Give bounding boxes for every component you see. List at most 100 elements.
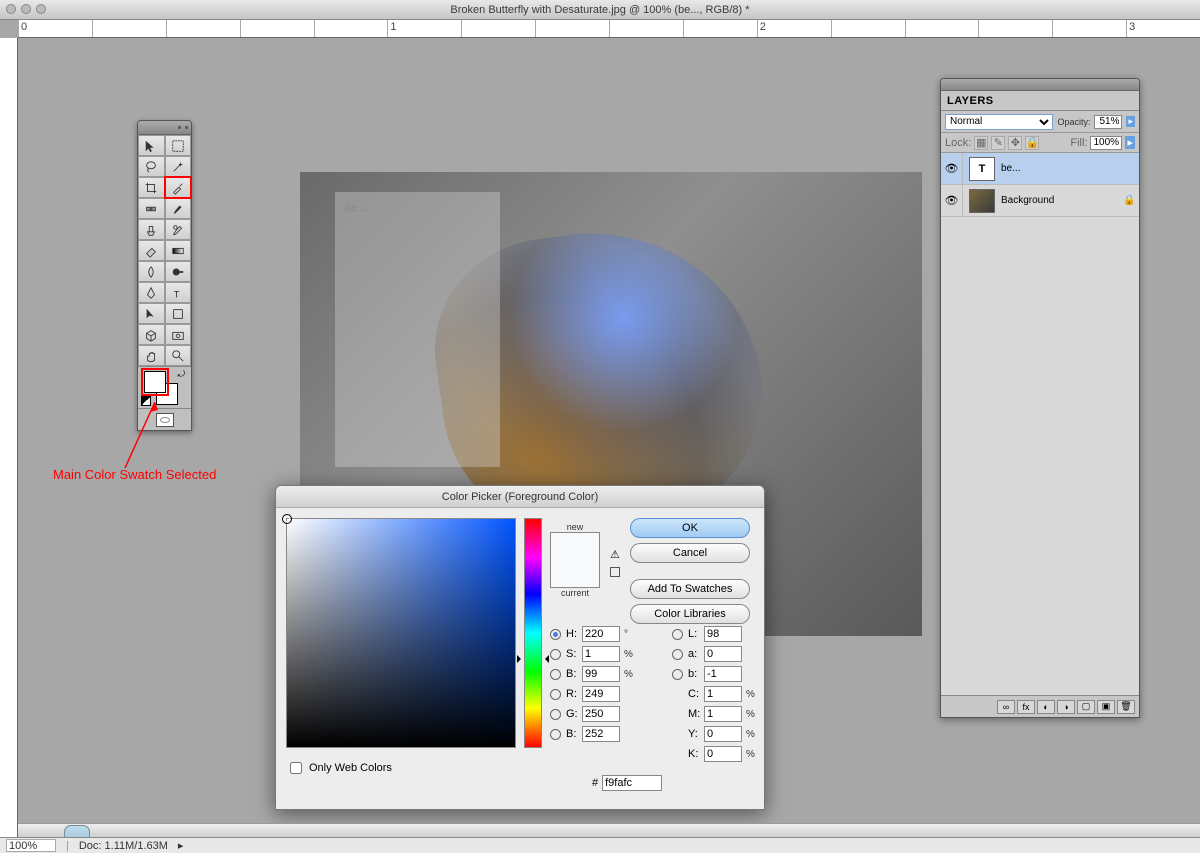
opacity-flyout-icon[interactable]: ▸: [1126, 116, 1135, 127]
eyedropper-tool[interactable]: [165, 177, 192, 198]
hue-radio[interactable]: [550, 629, 561, 640]
fill-input[interactable]: [1090, 136, 1122, 150]
cancel-button[interactable]: Cancel: [630, 543, 750, 563]
foreground-color-swatch[interactable]: [144, 371, 166, 393]
crop-tool[interactable]: [138, 177, 165, 198]
b-radio[interactable]: [672, 669, 683, 680]
hue-input[interactable]: [582, 626, 620, 642]
layer-style-icon[interactable]: fx: [1017, 700, 1035, 714]
gamut-warning-icon[interactable]: ⚠: [610, 548, 620, 561]
lock-position-icon[interactable]: ✥: [1008, 136, 1022, 150]
blur-tool[interactable]: [138, 261, 165, 282]
move-tool[interactable]: [138, 135, 165, 156]
link-layers-icon[interactable]: ∞: [997, 700, 1015, 714]
g-radio[interactable]: [550, 709, 561, 720]
layer-thumbnail[interactable]: T: [969, 157, 995, 181]
y-input[interactable]: [704, 726, 742, 742]
zoom-window-icon[interactable]: [36, 4, 46, 14]
panel-grip[interactable]: [941, 79, 1139, 91]
l-input[interactable]: [704, 626, 742, 642]
gradient-tool[interactable]: [165, 240, 192, 261]
lock-transparency-icon[interactable]: ▦: [974, 136, 988, 150]
visibility-toggle-icon[interactable]: 👁: [941, 185, 963, 216]
hex-input[interactable]: [602, 775, 662, 791]
swap-colors-icon[interactable]: ⤾: [178, 369, 186, 380]
quick-mask-toggle[interactable]: [138, 408, 191, 430]
palette-grip[interactable]: [138, 121, 191, 135]
new-layer-icon[interactable]: ▣: [1097, 700, 1115, 714]
minimize-window-icon[interactable]: [21, 4, 31, 14]
layer-thumbnail[interactable]: [969, 189, 995, 213]
traffic-lights[interactable]: [6, 4, 46, 14]
camera-tool[interactable]: [165, 324, 192, 345]
ok-button[interactable]: OK: [630, 518, 750, 538]
color-preview[interactable]: [550, 532, 600, 588]
layer-mask-icon[interactable]: ◐: [1037, 700, 1055, 714]
type-tool[interactable]: T: [165, 282, 192, 303]
3d-tool[interactable]: [138, 324, 165, 345]
zoom-tool[interactable]: [165, 345, 192, 366]
color-libraries-button[interactable]: Color Libraries: [630, 604, 750, 624]
path-selection-tool[interactable]: [138, 303, 165, 324]
dodge-tool[interactable]: [165, 261, 192, 282]
add-to-swatches-button[interactable]: Add To Swatches: [630, 579, 750, 599]
a-radio[interactable]: [672, 649, 683, 660]
g-input[interactable]: [582, 706, 620, 722]
saturation-brightness-field[interactable]: [286, 518, 516, 748]
dialog-title[interactable]: Color Picker (Foreground Color): [276, 486, 764, 508]
r-input[interactable]: [582, 686, 620, 702]
only-web-colors-checkbox[interactable]: [290, 762, 302, 774]
brush-tool[interactable]: [165, 198, 192, 219]
hue-slider[interactable]: [524, 518, 542, 748]
adjustment-layer-icon[interactable]: ◑: [1057, 700, 1075, 714]
opacity-input[interactable]: [1094, 115, 1122, 129]
sat-input[interactable]: [582, 646, 620, 662]
m-input[interactable]: [704, 706, 742, 722]
horizontal-ruler[interactable]: 0 1 2 3: [18, 20, 1200, 38]
layer-name[interactable]: Background: [1001, 195, 1123, 206]
delete-layer-icon[interactable]: 🗑: [1117, 700, 1135, 714]
layer-row[interactable]: 👁 Background 🔒: [941, 185, 1139, 217]
bcol-input[interactable]: [582, 726, 620, 742]
hue-slider-thumb-icon[interactable]: [519, 651, 547, 659]
l-radio[interactable]: [672, 629, 683, 640]
hand-tool[interactable]: [138, 345, 165, 366]
zoom-field[interactable]: 100%: [6, 839, 56, 852]
color-picker-dialog[interactable]: Color Picker (Foreground Color) Only Web…: [275, 485, 765, 810]
status-flyout-icon[interactable]: ▸: [178, 839, 184, 852]
layer-group-icon[interactable]: ▢: [1077, 700, 1095, 714]
marquee-tool[interactable]: [165, 135, 192, 156]
text-layer-overlay[interactable]: be....: [335, 192, 500, 467]
layer-name[interactable]: be...: [1001, 163, 1139, 174]
bright-radio[interactable]: [550, 669, 561, 680]
default-colors-icon[interactable]: [141, 396, 151, 406]
sat-radio[interactable]: [550, 649, 561, 660]
visibility-toggle-icon[interactable]: 👁: [941, 153, 963, 184]
tools-palette[interactable]: T ⤾: [137, 120, 192, 431]
shape-tool[interactable]: [165, 303, 192, 324]
healing-brush-tool[interactable]: [138, 198, 165, 219]
a-input[interactable]: [704, 646, 742, 662]
history-brush-tool[interactable]: [165, 219, 192, 240]
b-input[interactable]: [704, 666, 742, 682]
k-input[interactable]: [704, 746, 742, 762]
websafe-warning-icon[interactable]: [610, 567, 620, 577]
magic-wand-tool[interactable]: [165, 156, 192, 177]
c-input[interactable]: [704, 686, 742, 702]
layer-row[interactable]: 👁 T be...: [941, 153, 1139, 185]
bright-input[interactable]: [582, 666, 620, 682]
vertical-ruler[interactable]: [0, 38, 18, 837]
r-radio[interactable]: [550, 689, 561, 700]
eraser-tool[interactable]: [138, 240, 165, 261]
bcol-radio[interactable]: [550, 729, 561, 740]
horizontal-scrollbar[interactable]: [18, 823, 1200, 837]
layers-tab[interactable]: LAYERS: [941, 91, 1139, 111]
clone-stamp-tool[interactable]: [138, 219, 165, 240]
layers-panel[interactable]: LAYERS Normal Opacity: ▸ Lock: ▦ ✎ ✥ 🔒 F…: [940, 78, 1140, 718]
lasso-tool[interactable]: [138, 156, 165, 177]
lock-all-icon[interactable]: 🔒: [1025, 136, 1039, 150]
blend-mode-select[interactable]: Normal: [945, 114, 1053, 130]
fill-flyout-icon[interactable]: ▸: [1125, 136, 1135, 149]
pen-tool[interactable]: [138, 282, 165, 303]
lock-pixels-icon[interactable]: ✎: [991, 136, 1005, 150]
